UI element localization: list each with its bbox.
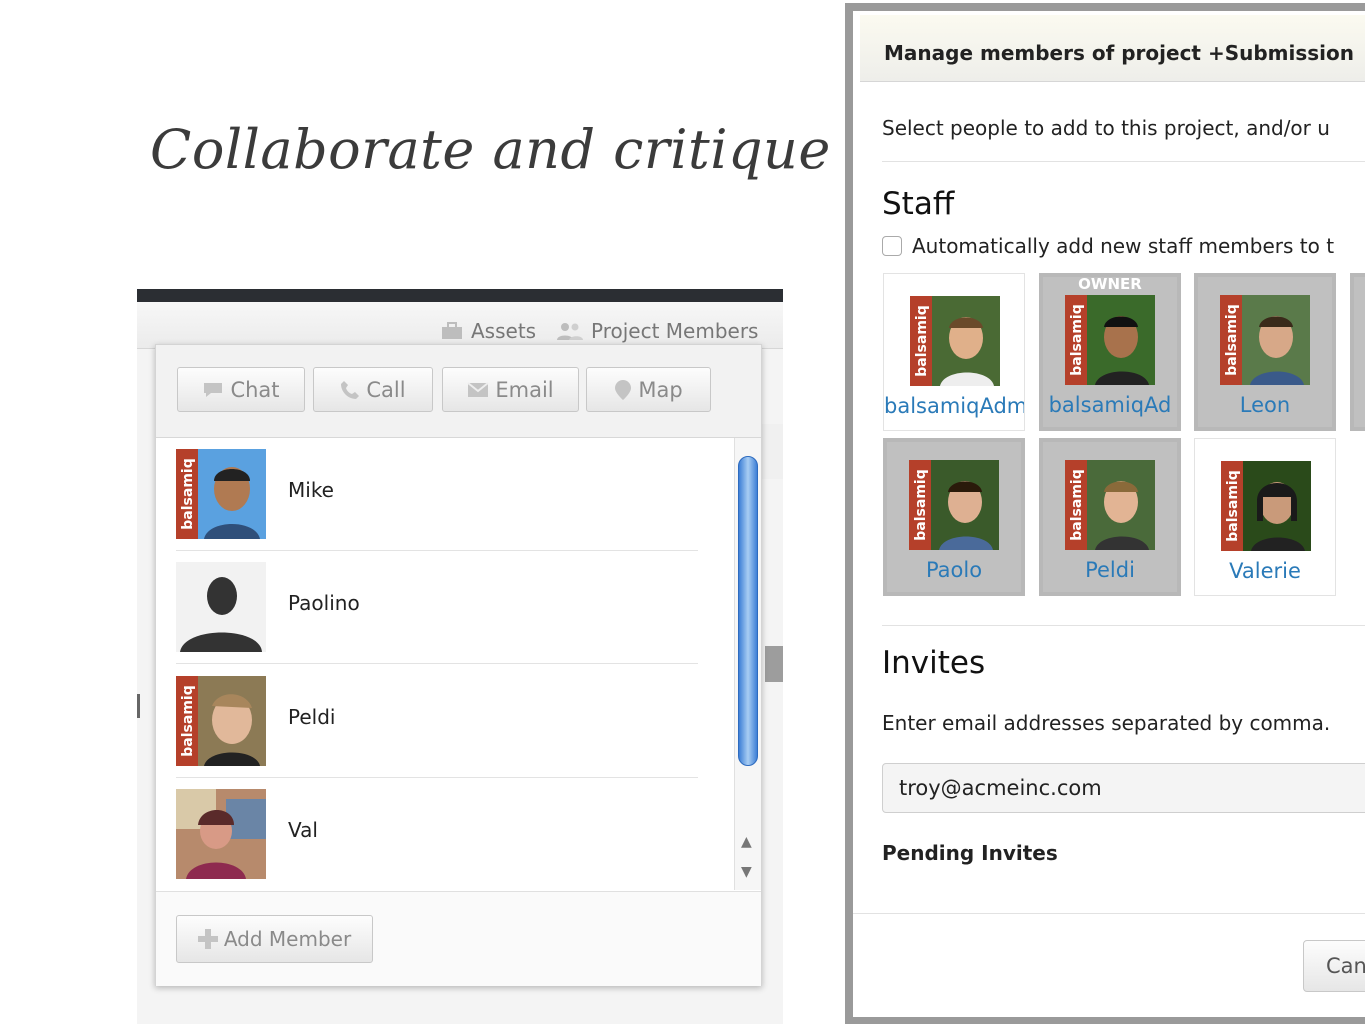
staff-name: balsamiqAd (1048, 393, 1172, 417)
chat-bubble-icon (204, 382, 223, 397)
staff-tile[interactable]: balsamiq Valerie (1194, 438, 1336, 596)
envelope-icon (467, 381, 489, 397)
staff-photo: balsamiq (1065, 295, 1155, 385)
staff-name: Paolo (925, 558, 983, 582)
background-fragment (137, 694, 140, 718)
staff-tile-selected[interactable]: balsamiq Peldi (1039, 438, 1181, 596)
assets-link[interactable]: Assets (441, 319, 536, 343)
staff-name: Valerie (1229, 559, 1301, 583)
right-dialog-screenshot: Manage members of project +Submission Se… (845, 3, 1365, 1024)
staff-photo: balsamiq (909, 460, 999, 550)
scroll-down-arrow-icon[interactable]: ▼ (741, 864, 752, 880)
member-name: Peldi (288, 705, 336, 729)
map-label: Map (638, 377, 683, 402)
assets-label: Assets (471, 319, 537, 343)
invites-instructions: Enter email addresses separated by comma… (882, 711, 1331, 735)
invite-email-input[interactable]: troy@acmeinc.com (882, 763, 1365, 813)
email-button[interactable]: Email (442, 367, 579, 412)
chat-label: Chat (230, 377, 280, 402)
default-avatar-icon (176, 562, 266, 652)
staff-photo: balsamiq (1221, 461, 1311, 551)
pending-invites-heading: Pending Invites (882, 841, 1058, 865)
email-label: Email (495, 377, 554, 402)
balsamiq-logo-text: balsamiq (1224, 304, 1240, 375)
staff-photo: balsamiq (1065, 460, 1155, 550)
members-popover: Chat Call Email Map balsamiq Mike Paolin… (155, 344, 762, 986)
contact-actions: Chat Call Email Map (156, 345, 761, 438)
staff-tile-selected[interactable] (1350, 273, 1365, 431)
manage-members-dialog: Manage members of project +Submission Se… (853, 11, 1365, 1017)
member-list-scrollbar[interactable]: ▲ ▼ (734, 438, 761, 890)
add-member-button[interactable]: Add Member (176, 915, 373, 963)
call-label: Call (366, 377, 406, 402)
assets-icon (442, 322, 462, 339)
staff-tile-selected[interactable]: balsamiq Paolo (883, 438, 1025, 596)
member-row[interactable]: Val (176, 778, 698, 890)
cancel-button[interactable]: Can (1303, 940, 1365, 992)
staff-heading: Staff (882, 186, 955, 222)
staff-name: Peldi (1085, 558, 1135, 582)
map-pin-icon (615, 379, 632, 400)
member-name: Val (288, 818, 318, 842)
staff-name: balsamiqAdmin (884, 394, 1024, 418)
members-icon (557, 323, 583, 340)
background-fragment (760, 424, 783, 479)
project-members-link[interactable]: Project Members (557, 319, 758, 343)
scrollbar-thumb[interactable] (738, 456, 758, 766)
dialog-title: Manage members of project +Submission (884, 41, 1355, 65)
background-fragment (765, 646, 783, 682)
invites-heading: Invites (882, 645, 986, 681)
member-list: balsamiq Mike Paolino balsamiq Peldi Val (156, 438, 761, 890)
scroll-up-arrow-icon[interactable]: ▲ (741, 834, 752, 850)
auto-add-label: Automatically add new staff members to t (912, 234, 1335, 258)
plus-icon (197, 929, 218, 949)
app-top-bar (137, 289, 783, 302)
member-avatar: balsamiq (176, 449, 266, 539)
balsamiq-logo-text: balsamiq (180, 458, 196, 529)
balsamiq-logo-text: balsamiq (914, 305, 930, 376)
staff-tile-selected[interactable]: OWNER balsamiq balsamiqAd (1039, 273, 1181, 431)
balsamiq-logo-text: balsamiq (180, 685, 196, 756)
left-app-screenshot: Assets Project Members Chat Call Email M… (137, 289, 783, 1024)
auto-add-staff-row[interactable]: Automatically add new staff members to t (882, 234, 1334, 258)
staff-name: Leon (1239, 393, 1291, 417)
auto-add-checkbox[interactable] (882, 236, 902, 256)
member-name: Paolino (288, 591, 360, 615)
staff-photo: balsamiq (910, 296, 1000, 386)
balsamiq-logo-text: balsamiq (1225, 470, 1241, 541)
staff-photo: balsamiq (1220, 295, 1310, 385)
staff-tile[interactable]: balsamiq balsamiqAdmin (883, 273, 1025, 431)
call-button[interactable]: Call (313, 367, 433, 412)
balsamiq-logo-text: balsamiq (913, 469, 929, 540)
phone-icon (341, 380, 360, 399)
map-button[interactable]: Map (586, 367, 711, 412)
member-row[interactable]: balsamiq Peldi (176, 665, 698, 778)
member-name: Mike (288, 478, 334, 502)
project-members-label: Project Members (591, 319, 759, 343)
balsamiq-logo-text: balsamiq (1069, 304, 1085, 375)
member-row[interactable]: balsamiq Mike (176, 438, 698, 551)
owner-badge: OWNER (1078, 275, 1142, 293)
chat-button[interactable]: Chat (177, 367, 305, 412)
staff-tile-selected[interactable]: balsamiq Leon (1194, 273, 1336, 431)
slide-title: Collaborate and critique (150, 118, 831, 181)
dialog-header: Manage members of project +Submission (860, 15, 1365, 82)
divider (882, 625, 1365, 626)
divider (853, 913, 1365, 914)
members-footer: Add Member (156, 891, 761, 986)
add-member-label: Add Member (223, 927, 352, 951)
dialog-intro: Select people to add to this project, an… (882, 116, 1330, 140)
member-row[interactable]: Paolino (176, 551, 698, 664)
member-avatar (176, 789, 266, 879)
member-avatar: balsamiq (176, 676, 266, 766)
divider (882, 161, 1365, 162)
balsamiq-logo-text: balsamiq (1069, 469, 1085, 540)
